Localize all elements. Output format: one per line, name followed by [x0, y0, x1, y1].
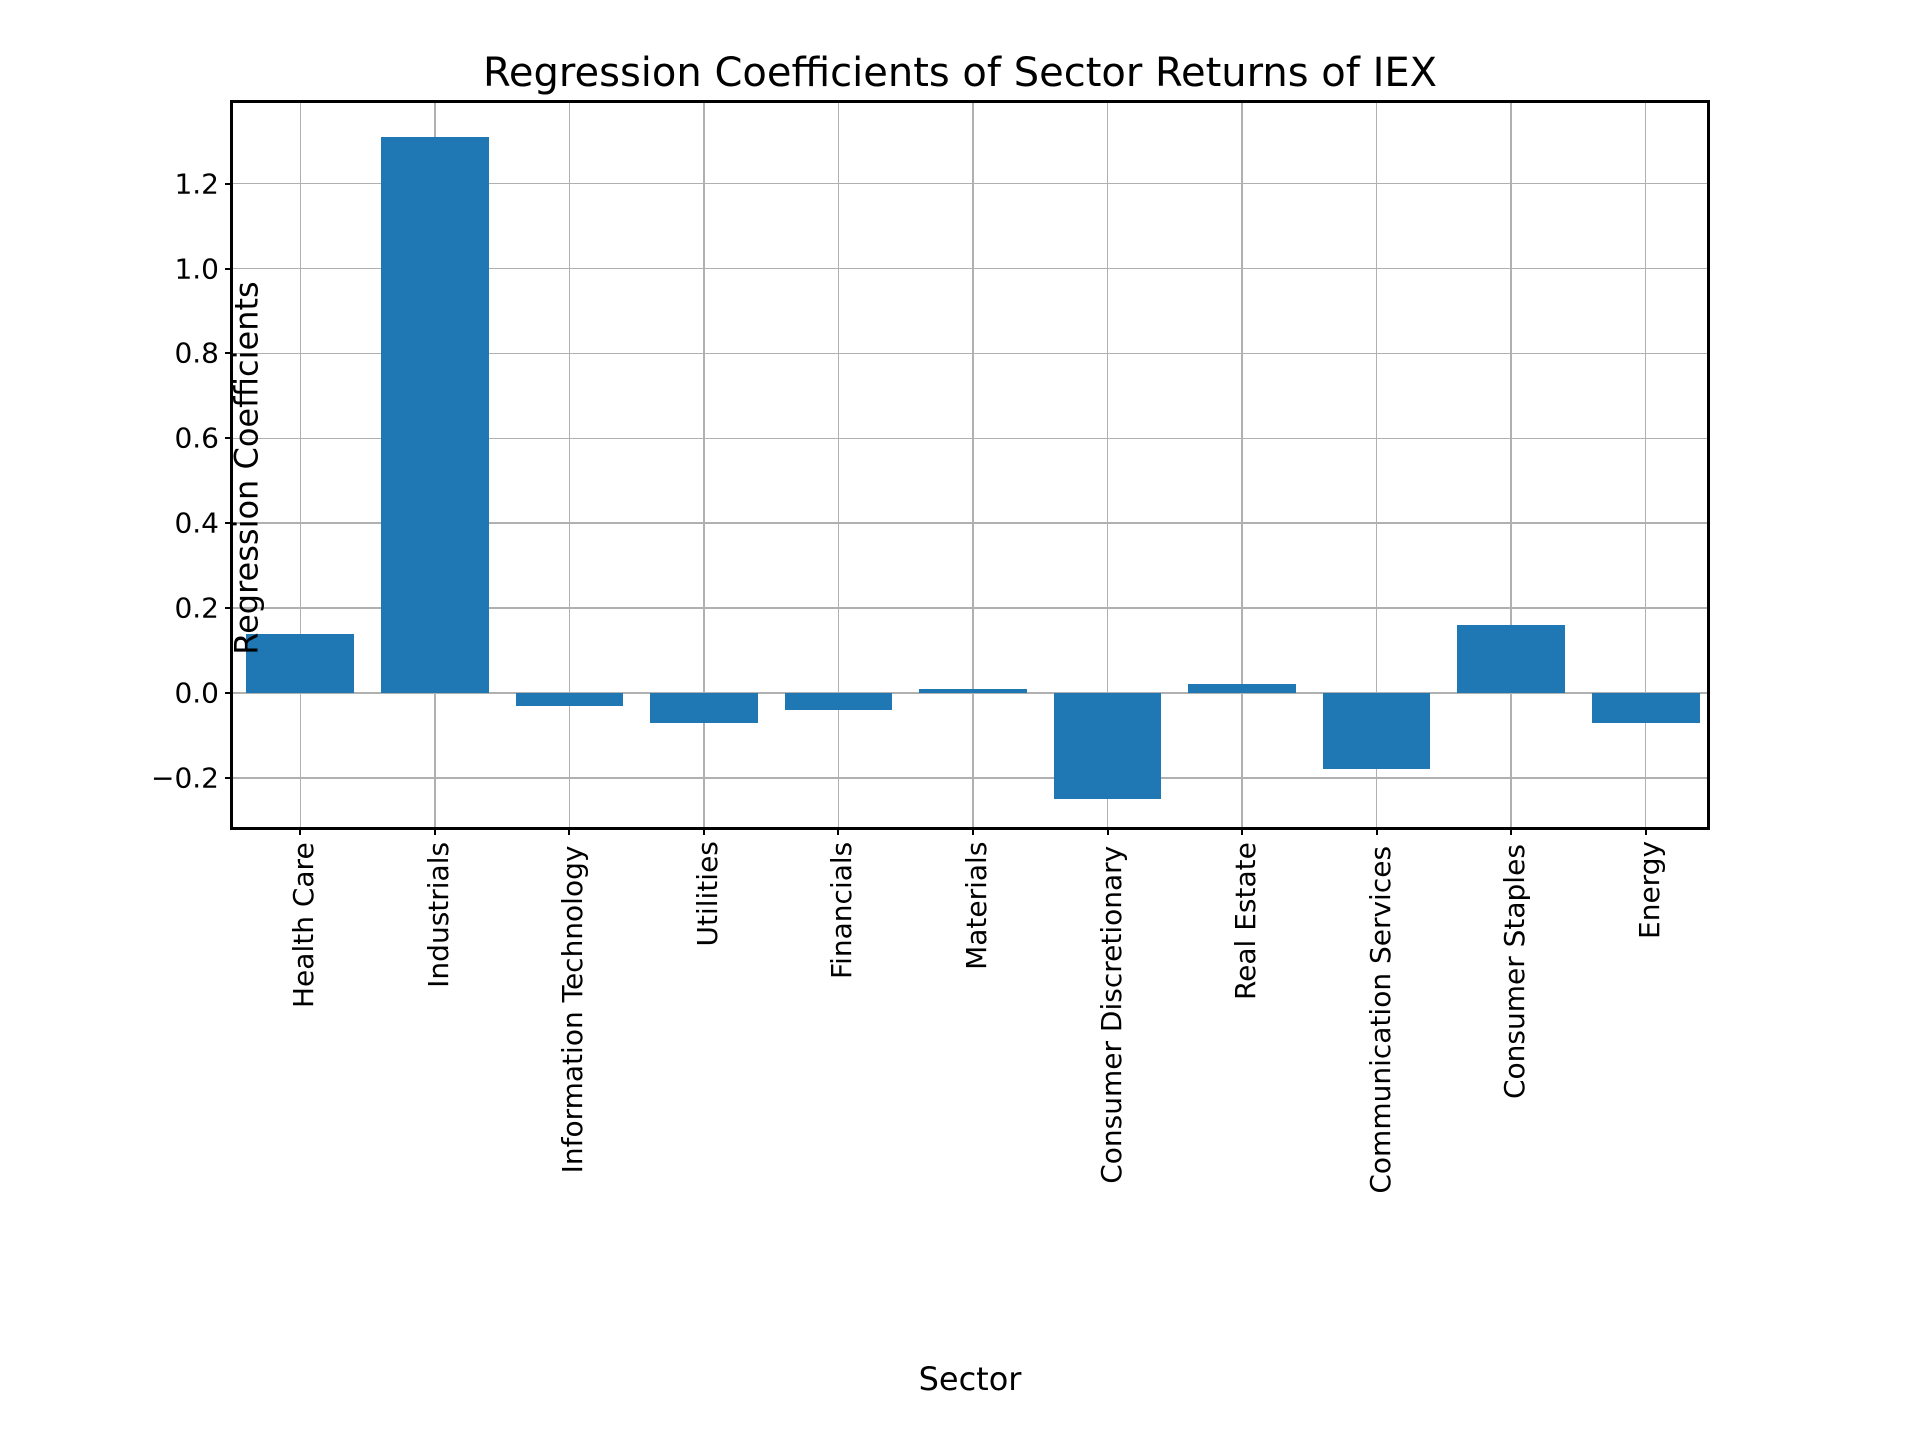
- y-tick-label: −0.2: [151, 761, 219, 794]
- x-tick-mark: [1510, 827, 1512, 835]
- x-tick-mark: [1107, 827, 1109, 835]
- bar: [1054, 693, 1162, 799]
- x-tick-mark: [299, 827, 301, 835]
- chart-title: Regression Coefficients of Sector Return…: [0, 50, 1920, 96]
- y-tick-mark: [225, 183, 233, 185]
- bar: [1457, 625, 1565, 693]
- bar: [1592, 693, 1700, 723]
- x-axis-label: Sector: [230, 1360, 1710, 1398]
- x-tick-mark: [1376, 827, 1378, 835]
- bar: [919, 689, 1027, 693]
- figure: Regression Coefficients of Sector Return…: [0, 0, 1920, 1440]
- y-tick-label: 0.2: [174, 592, 219, 625]
- y-tick-mark: [225, 692, 233, 694]
- bar: [381, 137, 489, 693]
- bar: [650, 693, 758, 723]
- bar: [516, 693, 624, 706]
- x-tick-label: Real Estate: [1229, 842, 1262, 1000]
- x-tick-label: Information Technology: [556, 846, 589, 1174]
- x-tick-mark: [972, 827, 974, 835]
- y-tick-label: 0.4: [174, 507, 219, 540]
- y-axis-label: Regression Coefficients: [228, 281, 266, 654]
- y-tick-label: 1.2: [174, 167, 219, 200]
- y-tick-label: 0.8: [174, 337, 219, 370]
- gridline-vertical: [838, 103, 840, 827]
- x-tick-mark: [568, 827, 570, 835]
- bar: [1323, 693, 1431, 769]
- x-tick-mark: [434, 827, 436, 835]
- x-tick-label: Financials: [825, 842, 858, 979]
- y-tick-mark: [225, 777, 233, 779]
- y-tick-label: 0.0: [174, 676, 219, 709]
- x-tick-mark: [1645, 827, 1647, 835]
- x-tick-label: Utilities: [691, 841, 724, 946]
- plot-area: −0.20.00.20.40.60.81.01.2Health CareIndu…: [230, 100, 1710, 830]
- x-tick-label: Consumer Discretionary: [1094, 846, 1127, 1184]
- x-tick-mark: [837, 827, 839, 835]
- x-tick-label: Communication Services: [1363, 846, 1396, 1194]
- gridline-horizontal: [233, 777, 1707, 779]
- y-tick-label: 0.6: [174, 422, 219, 455]
- bar: [1188, 684, 1296, 692]
- y-tick-mark: [225, 268, 233, 270]
- x-tick-label: Energy: [1633, 841, 1666, 939]
- x-tick-label: Industrials: [422, 842, 455, 988]
- gridline-vertical: [300, 103, 302, 827]
- gridline-vertical: [972, 103, 974, 827]
- gridline-vertical: [1510, 103, 1512, 827]
- x-tick-label: Consumer Staples: [1498, 844, 1531, 1099]
- gridline-vertical: [1241, 103, 1243, 827]
- y-tick-label: 1.0: [174, 252, 219, 285]
- gridline-vertical: [569, 103, 571, 827]
- x-tick-mark: [703, 827, 705, 835]
- x-tick-mark: [1241, 827, 1243, 835]
- bar: [785, 693, 893, 710]
- x-tick-label: Health Care: [287, 842, 320, 1008]
- x-tick-label: Materials: [960, 842, 993, 970]
